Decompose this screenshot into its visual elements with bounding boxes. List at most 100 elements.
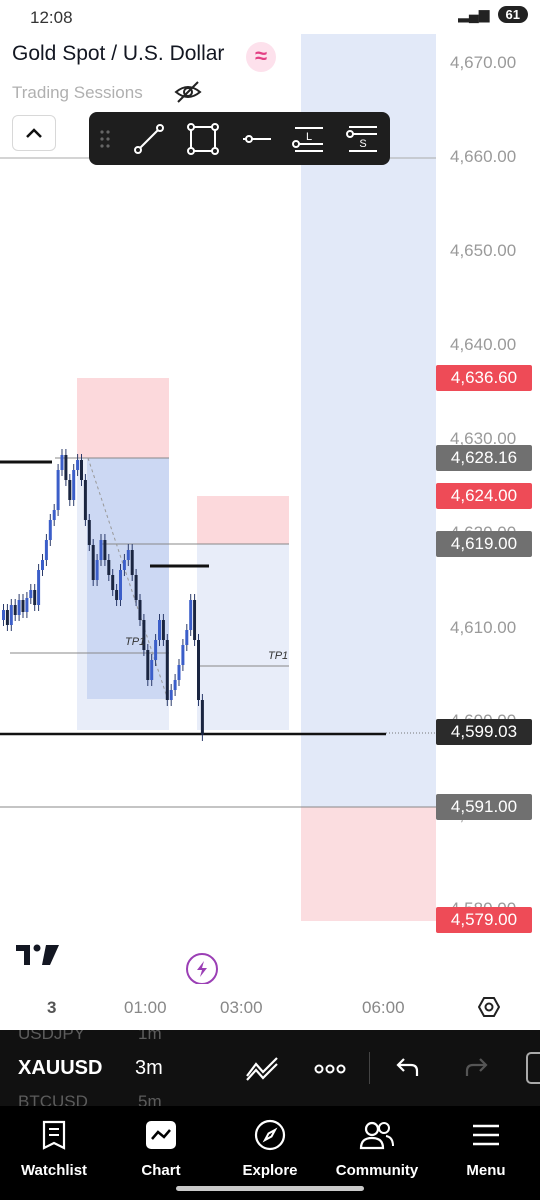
candle: [115, 590, 119, 600]
status-time: 12:08: [30, 8, 73, 27]
time-label: 01:00: [124, 998, 167, 1017]
candle: [122, 560, 126, 570]
candle: [83, 480, 87, 520]
signal-icon: ▂▄▆: [458, 6, 490, 22]
candle: [33, 590, 37, 605]
short-letter: S: [359, 138, 366, 150]
fullscreen-icon[interactable]: [526, 1052, 540, 1084]
candle: [130, 550, 134, 575]
tp1-label-left: TP1: [125, 636, 146, 648]
nav-explore[interactable]: Explore: [220, 1114, 320, 1179]
long-position-tool[interactable]: L: [289, 119, 329, 159]
short-position-tool[interactable]: S: [343, 119, 383, 159]
interval-selector[interactable]: 3m: [135, 1057, 163, 1080]
candle: [177, 665, 181, 680]
nav-chart[interactable]: Chart: [111, 1114, 211, 1179]
symbol-option[interactable]: BTCUSD: [18, 1092, 88, 1106]
candle: [169, 690, 173, 700]
time-axis[interactable]: 3 01:00 03:00 06:00: [0, 984, 540, 1030]
status-icons: ▂▄▆ 61: [458, 6, 528, 23]
approx-badge: ≈: [246, 42, 276, 72]
candle: [87, 520, 91, 545]
candle: [138, 600, 142, 620]
price-label-entry: 4,619.00: [436, 531, 532, 557]
current-price-label: 4,599.03: [436, 719, 532, 745]
symbol-bar: USDJPY 1m XAUUSD 3m BTCUSD 5m: [0, 1030, 540, 1106]
price-tick: 4,660.00: [450, 147, 517, 166]
settings-icon[interactable]: [477, 996, 501, 1023]
price-scale[interactable]: 4,670.00 4,660.00 4,650.00 4,640.00 4,63…: [436, 34, 540, 984]
collapse-button[interactable]: [12, 115, 56, 151]
trading-sessions-label[interactable]: Trading Sessions: [12, 83, 143, 103]
lightning-icon[interactable]: [186, 953, 218, 985]
candle: [107, 560, 111, 575]
price-label-entry: 4,591.00: [436, 794, 532, 820]
candle: [173, 680, 177, 690]
candle: [25, 598, 29, 612]
candle: [197, 640, 200, 700]
candle: [193, 600, 197, 640]
candle: [119, 570, 122, 600]
candle: [150, 660, 154, 680]
price-tick: 4,640.00: [450, 335, 517, 354]
symbol-option[interactable]: USDJPY: [18, 1030, 85, 1044]
time-label: 03:00: [220, 998, 263, 1017]
candle: [189, 600, 193, 630]
candle: [17, 600, 21, 615]
nav-community[interactable]: Community: [327, 1114, 427, 1179]
horizontal-line-icon: [243, 135, 271, 143]
candle: [37, 570, 41, 605]
nav-watchlist[interactable]: Watchlist: [4, 1114, 104, 1179]
nav-label: Menu: [466, 1162, 506, 1179]
long-position-icon: L: [292, 127, 323, 152]
candle: [64, 455, 68, 480]
more-icon[interactable]: [314, 1062, 346, 1080]
price-label-stop: 4,636.60: [436, 365, 532, 391]
eye-hidden-icon[interactable]: [174, 80, 202, 109]
candle: [134, 575, 138, 600]
rectangle-tool[interactable]: [183, 119, 223, 159]
watchlist-icon: [42, 1120, 66, 1150]
divider: [369, 1052, 370, 1084]
candle: [13, 605, 17, 615]
compass-icon: [254, 1119, 286, 1151]
price-label-entry: 4,628.16: [436, 445, 532, 471]
nav-label: Watchlist: [20, 1162, 88, 1179]
tp1-label-right: TP1: [268, 650, 289, 662]
candle: [44, 540, 48, 560]
candle: [95, 560, 99, 580]
tradingview-logo-icon: [16, 942, 60, 973]
hamburger-icon: [473, 1124, 499, 1146]
candle: [29, 590, 33, 598]
candle: [48, 520, 52, 540]
candle: [181, 645, 185, 665]
community-icon: [359, 1121, 394, 1150]
interval-option[interactable]: 1m: [138, 1030, 162, 1044]
price-tick: 4,610.00: [450, 618, 517, 637]
candle: [68, 480, 72, 500]
trend-line-tool[interactable]: [129, 119, 169, 159]
candle: [111, 575, 115, 590]
nav-menu[interactable]: Menu: [436, 1114, 536, 1179]
candle: [52, 510, 56, 520]
chart-canvas[interactable]: TP1 TP1: [0, 34, 436, 984]
candle: [154, 640, 158, 660]
horizontal-line-tool[interactable]: [237, 119, 277, 159]
home-indicator[interactable]: [176, 1186, 364, 1191]
undo-icon[interactable]: [396, 1056, 420, 1083]
candle: [99, 540, 103, 560]
symbol-selector[interactable]: XAUUSD: [18, 1057, 102, 1080]
nav-label: Chart: [141, 1162, 181, 1179]
trend-line-icon: [134, 124, 164, 154]
candle: [165, 640, 169, 700]
status-bar: 12:08 ▂▄▆ 61: [0, 0, 540, 34]
interval-option[interactable]: 5m: [138, 1092, 162, 1106]
drag-handle-icon[interactable]: [93, 119, 117, 159]
redo-icon[interactable]: [464, 1056, 488, 1083]
indicators-icon[interactable]: [245, 1054, 279, 1087]
rectangle-icon: [187, 123, 219, 155]
candle: [185, 630, 189, 645]
short-position-icon: S: [346, 126, 377, 152]
candle: [161, 620, 165, 640]
symbol-title[interactable]: Gold Spot / U.S. Dollar: [12, 42, 224, 66]
